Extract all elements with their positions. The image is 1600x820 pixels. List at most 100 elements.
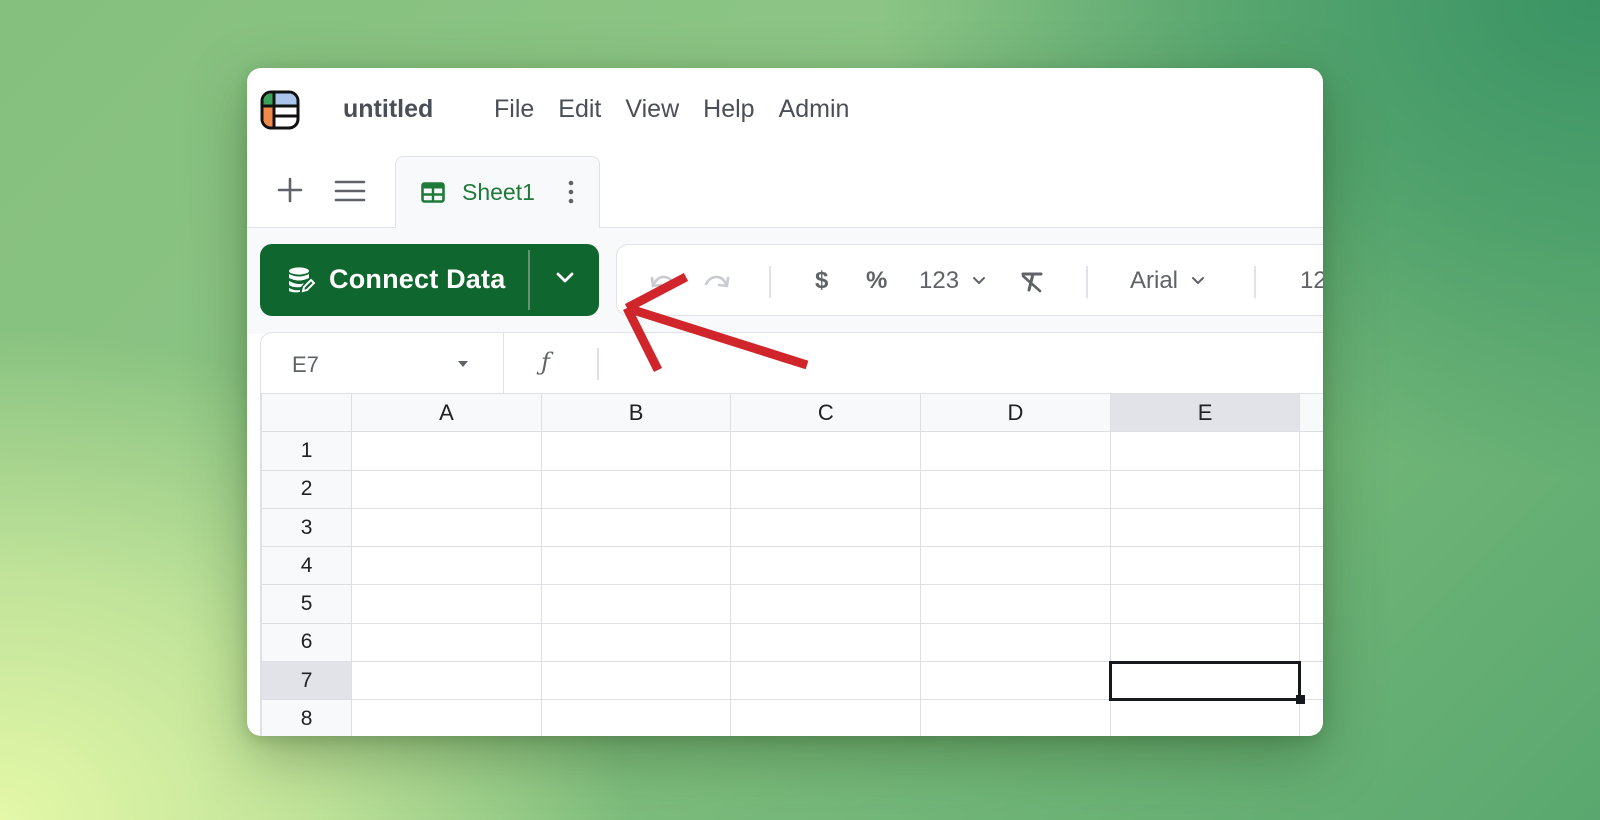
cell-next-column[interactable] bbox=[1299, 622, 1323, 663]
chevron-down-icon bbox=[556, 272, 574, 283]
cell-b4[interactable] bbox=[540, 546, 732, 586]
percent-format-button[interactable]: % bbox=[866, 267, 887, 295]
font-family-dropdown[interactable]: Arial bbox=[1130, 267, 1206, 295]
tab-sheet1[interactable]: Sheet1 bbox=[395, 156, 600, 229]
column-header-b[interactable]: B bbox=[540, 392, 732, 433]
cell-d4[interactable] bbox=[920, 546, 1111, 586]
plus-icon[interactable] bbox=[276, 176, 304, 204]
row-header-2[interactable]: 2 bbox=[260, 469, 353, 509]
cell-c3[interactable] bbox=[730, 507, 922, 548]
menu-view[interactable]: View bbox=[625, 95, 679, 124]
number-format-dropdown[interactable]: 123 bbox=[919, 267, 987, 295]
cell-next-column[interactable] bbox=[1299, 546, 1323, 586]
row-header-1[interactable]: 1 bbox=[260, 431, 353, 471]
clear-formatting-icon[interactable] bbox=[1019, 270, 1045, 294]
toolbar-separator bbox=[769, 266, 771, 298]
column-header-next[interactable] bbox=[1299, 392, 1323, 433]
cell-a6[interactable] bbox=[351, 622, 542, 663]
vertical-ellipsis-icon[interactable] bbox=[566, 179, 576, 205]
cell-d2[interactable] bbox=[920, 469, 1111, 509]
menu-edit[interactable]: Edit bbox=[558, 95, 601, 124]
cell-a2[interactable] bbox=[351, 469, 542, 509]
cell-c8[interactable] bbox=[730, 699, 922, 736]
cell-a4[interactable] bbox=[351, 546, 542, 586]
table-row: 5 bbox=[260, 584, 1323, 624]
row-header-8[interactable]: 8 bbox=[260, 699, 353, 736]
cell-next-column[interactable] bbox=[1299, 469, 1323, 509]
cell-a7[interactable] bbox=[351, 661, 542, 701]
row-header-5[interactable]: 5 bbox=[260, 584, 353, 624]
connect-data-dropdown-button[interactable] bbox=[530, 244, 599, 316]
chevron-down-icon bbox=[973, 277, 986, 284]
cell-d3[interactable] bbox=[920, 507, 1111, 548]
row-header-4[interactable]: 4 bbox=[260, 546, 353, 586]
cell-b7[interactable] bbox=[540, 661, 732, 701]
currency-format-button[interactable]: $ bbox=[815, 267, 828, 295]
row-header-3[interactable]: 3 bbox=[260, 507, 353, 548]
cell-next-column[interactable] bbox=[1299, 699, 1323, 736]
cell-d5[interactable] bbox=[920, 584, 1111, 624]
document-title[interactable]: untitled bbox=[343, 95, 433, 124]
cell-e7[interactable] bbox=[1109, 660, 1306, 705]
cell-b1[interactable] bbox=[540, 431, 732, 471]
cell-c1[interactable] bbox=[730, 431, 922, 471]
cell-b6[interactable] bbox=[540, 622, 732, 663]
cell-e8[interactable] bbox=[1109, 699, 1301, 736]
cell-c4[interactable] bbox=[730, 546, 922, 586]
column-header-e[interactable]: E bbox=[1109, 392, 1301, 433]
cell-e5[interactable] bbox=[1109, 584, 1301, 624]
column-header-a[interactable]: A bbox=[351, 392, 542, 433]
cell-e6[interactable] bbox=[1109, 622, 1301, 663]
connect-data-main-button[interactable]: Connect Data bbox=[260, 244, 530, 316]
cell-c2[interactable] bbox=[730, 469, 922, 509]
cell-next-column[interactable] bbox=[1299, 431, 1323, 471]
chevron-down-icon bbox=[1192, 277, 1205, 284]
cell-a8[interactable] bbox=[351, 699, 542, 736]
row-header-7[interactable]: 7 bbox=[260, 661, 353, 701]
cell-d6[interactable] bbox=[920, 622, 1111, 663]
cell-next-column[interactable] bbox=[1299, 661, 1323, 701]
cell-d1[interactable] bbox=[920, 431, 1111, 471]
cell-c6[interactable] bbox=[730, 622, 922, 663]
cell-a3[interactable] bbox=[351, 507, 542, 548]
cell-a5[interactable] bbox=[351, 584, 542, 624]
column-header-c[interactable]: C bbox=[730, 392, 922, 433]
cell-c7[interactable] bbox=[730, 661, 922, 701]
connect-data-button[interactable]: Connect Data bbox=[260, 244, 599, 316]
column-header-d[interactable]: D bbox=[920, 392, 1111, 433]
select-all-corner[interactable] bbox=[260, 392, 353, 433]
menu-file[interactable]: File bbox=[494, 95, 534, 124]
cell-e4[interactable] bbox=[1109, 546, 1301, 586]
cell-next-column[interactable] bbox=[1299, 507, 1323, 548]
menu-help[interactable]: Help bbox=[703, 95, 754, 124]
font-size-field[interactable]: 12 bbox=[1300, 267, 1323, 295]
name-box-value: E7 bbox=[292, 352, 319, 377]
database-edit-icon bbox=[289, 267, 315, 293]
undo-icon[interactable] bbox=[649, 272, 677, 292]
cell-d7[interactable] bbox=[920, 661, 1111, 701]
cell-a1[interactable] bbox=[351, 431, 542, 471]
connect-data-label: Connect Data bbox=[329, 264, 506, 294]
cell-b3[interactable] bbox=[540, 507, 732, 548]
menu-admin[interactable]: Admin bbox=[779, 95, 850, 124]
cell-c5[interactable] bbox=[730, 584, 922, 624]
cell-b5[interactable] bbox=[540, 584, 732, 624]
name-box[interactable]: E7 bbox=[261, 333, 504, 394]
redo-icon[interactable] bbox=[703, 272, 731, 292]
table-row: 8 bbox=[260, 699, 1323, 736]
cell-next-column[interactable] bbox=[1299, 584, 1323, 624]
row-header-6[interactable]: 6 bbox=[260, 622, 353, 663]
cell-b2[interactable] bbox=[540, 469, 732, 509]
hamburger-menu-icon[interactable] bbox=[334, 178, 366, 204]
table-row: 2 bbox=[260, 469, 1323, 509]
cell-e2[interactable] bbox=[1109, 469, 1301, 509]
cell-d8[interactable] bbox=[920, 699, 1111, 736]
cell-b8[interactable] bbox=[540, 699, 732, 736]
spreadsheet-logo-icon[interactable] bbox=[260, 90, 300, 130]
cell-e1[interactable] bbox=[1109, 431, 1301, 471]
function-icon: ƒ bbox=[541, 348, 550, 376]
fill-handle[interactable] bbox=[1296, 695, 1306, 705]
toolbar-separator bbox=[1086, 266, 1088, 298]
cell-e3[interactable] bbox=[1109, 507, 1301, 548]
formula-input[interactable] bbox=[611, 343, 1311, 385]
